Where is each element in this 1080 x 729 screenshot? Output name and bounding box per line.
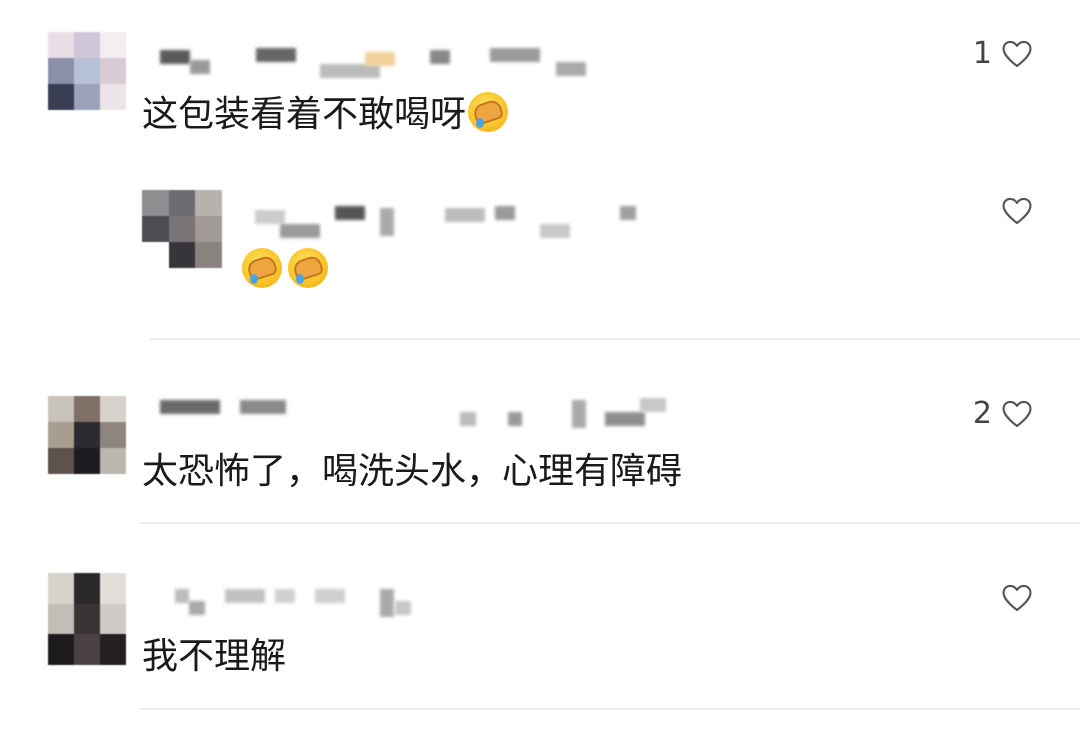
comment-text: 太恐怖了，喝洗头水，心理有障碍 xyxy=(142,450,682,494)
facepalm-crying-emoji-icon xyxy=(468,92,509,132)
like-count: 2 xyxy=(972,396,992,431)
facepalm-crying-emoji-icon xyxy=(242,248,282,288)
facepalm-crying-emoji-icon xyxy=(288,248,328,288)
avatar[interactable] xyxy=(48,32,126,110)
heart-icon xyxy=(1002,197,1032,225)
comment-text-content: 这包装看着不敢喝呀 xyxy=(142,94,467,135)
username-blurred[interactable] xyxy=(160,396,670,428)
comment-text: 这包装看着不敢喝呀 xyxy=(142,92,509,137)
heart-icon xyxy=(1002,584,1032,612)
like-button[interactable]: 2 xyxy=(973,396,1034,431)
comment-item: 这包装看着不敢喝呀 1 xyxy=(0,0,1080,170)
like-button[interactable] xyxy=(1000,194,1034,228)
like-button[interactable] xyxy=(1000,581,1034,615)
divider xyxy=(140,522,1080,524)
username-blurred[interactable] xyxy=(175,587,425,617)
like-count: 1 xyxy=(972,36,992,71)
heart-icon xyxy=(1002,400,1032,427)
comment-text xyxy=(240,248,328,293)
divider xyxy=(140,708,1080,710)
divider xyxy=(150,338,1080,340)
reply-item xyxy=(0,170,1080,340)
comment-item: 我不理解 xyxy=(0,555,1080,715)
avatar[interactable] xyxy=(48,396,126,474)
comment-text-content: 太恐怖了，喝洗头水，心理有障碍 xyxy=(142,451,683,492)
avatar[interactable] xyxy=(142,190,222,268)
username-blurred[interactable] xyxy=(160,44,590,78)
like-button[interactable]: 1 xyxy=(973,36,1034,71)
comment-item: 太恐怖了，喝洗头水，心理有障碍 2 xyxy=(0,370,1080,520)
avatar[interactable] xyxy=(48,573,126,665)
comment-text-content: 我不理解 xyxy=(142,636,287,677)
username-blurred[interactable] xyxy=(255,202,645,238)
comment-text: 我不理解 xyxy=(142,635,286,679)
heart-icon xyxy=(1002,40,1032,67)
